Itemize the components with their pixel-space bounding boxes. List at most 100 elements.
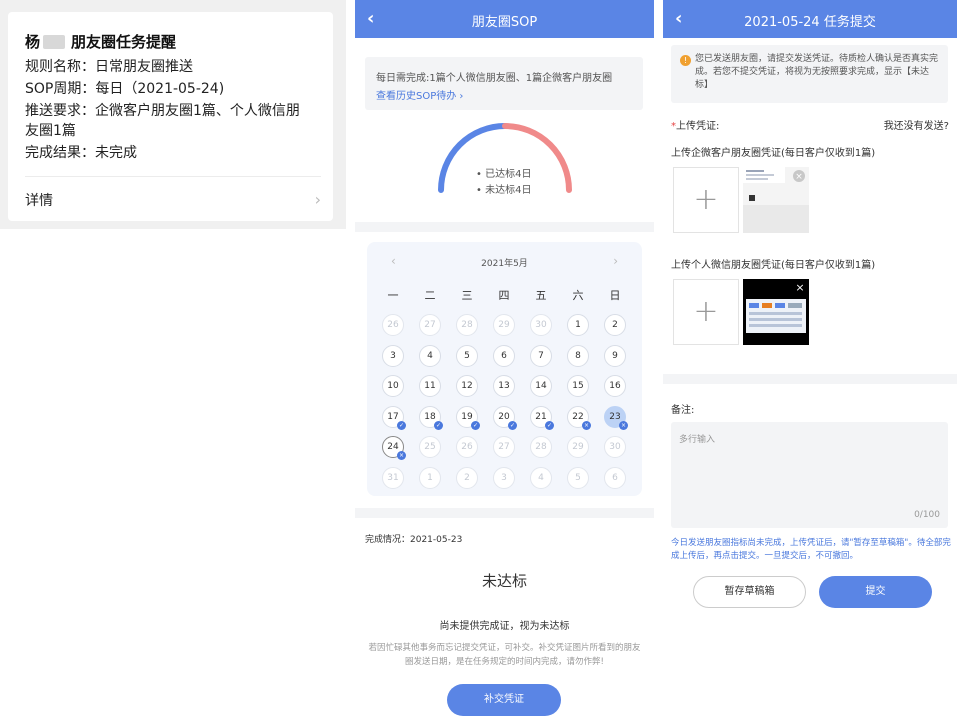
calendar-day[interactable]: 2 [456,466,478,489]
section-divider [355,222,654,232]
calendar-day[interactable]: 1 [419,466,441,489]
submit-header: ‹ 2021-05-24 任务提交 [663,0,957,38]
calendar-day[interactable]: 28 [456,314,478,336]
calendar-day[interactable]: 2 [604,314,626,336]
plus-icon: + [693,294,719,329]
calendar-day[interactable]: 19 ✓ [456,405,480,430]
calendar-day[interactable]: 24 × [382,436,406,460]
daily-requirement-box: 每日需完成:1篇个人微信朋友圈、1篇企微客户朋友圈 查看历史SOP待办 › [365,57,643,110]
calendar-day[interactable]: 26 [456,436,478,458]
calendar-day[interactable]: 7 [530,344,552,367]
wecom-upload-button[interactable]: + [673,167,739,233]
submit-button[interactable]: 提交 [819,576,932,608]
rule-name-line: 规则名称：日常朋友圈推送 [25,59,193,75]
sop-panel: ‹ 朋友圈SOP 每日需完成:1篇个人微信朋友圈、1篇企微客户朋友圈 查看历史S… [355,0,654,724]
char-counter: 0/100 [914,510,940,520]
calendar-day[interactable]: 13 [493,375,515,397]
calendar-day[interactable]: 22 × [567,405,591,430]
calendar-day[interactable]: 14 [530,375,552,397]
check-mark-icon: ✓ [397,420,406,430]
next-month-icon[interactable]: › [613,254,618,268]
weekday-header: 四 [498,289,510,302]
calendar-day[interactable]: 28 [530,436,552,458]
calendar-day[interactable]: 16 [604,375,626,397]
plus-icon: + [693,182,719,217]
calendar-day[interactable]: 6 [493,344,515,367]
calendar-day[interactable]: 30 [530,314,552,336]
remark-placeholder: 多行输入 [679,435,716,445]
makeup-proof-button[interactable]: 补交凭证 [447,684,561,716]
status-explanation: 尚未提供完成证，视为未达标 [439,621,570,632]
check-mark-icon: ✓ [471,420,480,430]
calendar-day[interactable]: 29 [493,314,515,336]
section-divider [355,508,654,518]
calendar-day[interactable]: 26 [382,314,404,336]
weekday-header: 日 [609,289,621,302]
calendar-day[interactable]: 25 [419,436,441,458]
detail-link[interactable]: 详情 [25,190,53,210]
section-divider [663,374,957,384]
weekday-header: 二 [424,289,436,302]
calendar-day[interactable]: 6 [604,466,626,489]
daily-requirement-text: 每日需完成:1篇个人微信朋友圈、1篇企微客户朋友圈 [376,73,613,84]
submit-header-title: 2021-05-24 任务提交 [744,15,876,30]
calendar-day[interactable]: 9 [604,344,626,367]
cross-mark-icon: × [619,420,628,430]
remark-label: 备注: [671,405,695,416]
warning-box: ! 您已发送朋友圈，请提交发送凭证。待质检人确认是否真实完成。若您不提交凭证，将… [671,45,948,103]
weekday-header: 五 [535,289,547,302]
calendar-day[interactable]: 27 [493,436,515,458]
calendar-day[interactable]: 20 ✓ [493,405,517,430]
calendar-day[interactable]: 5 [567,466,589,489]
remove-icon: × [795,172,803,182]
divider [25,176,321,177]
push-requirement-line: 推送要求：企微客户朋友圈1篇、个人微信朋 [25,103,300,119]
wechat-proof-thumbnail[interactable]: × [743,279,809,345]
remark-textarea[interactable]: 多行输入 0/100 [671,422,948,528]
calendar-day[interactable]: 4 [419,344,441,367]
not-sent-link[interactable]: 我还没有发送? [884,117,949,132]
wechat-upload-button[interactable]: + [673,279,739,345]
sop-period-line: SOP周期：每日（2021-05-24) [25,81,225,97]
draft-notice: 今日发送朋友圈指标尚未完成，上传凭证后，请"暂存至草稿箱"。待全部完成上传后，再… [671,538,951,561]
calendar-day[interactable]: 18 ✓ [419,405,443,430]
status-text: 未达标 [481,572,527,590]
calendar-day[interactable]: 4 [530,466,552,489]
save-draft-button[interactable]: 暂存草稿箱 [693,576,806,608]
task-submit-panel: ‹ 2021-05-24 任务提交 ! 您已发送朋友圈，请提交发送凭证。待质检人… [663,0,957,724]
wecom-proof-thumbnail[interactable]: × [743,167,809,233]
calendar-day[interactable]: 15 [567,375,589,397]
calendar: ‹ 2021年5月 › 一二三四五六日 26 27 28 29 30 1 2 3 4 5 6 7 8 9 10… [367,242,642,496]
calendar-day[interactable]: 3 [382,344,404,367]
reminder-card[interactable]: 杨 朋友圈任务提醒 规则名称：日常朋友圈推送 SOP周期：每日（2021-05-… [8,12,333,221]
calendar-day[interactable]: 29 [567,436,589,458]
chevron-right-icon[interactable]: › [315,190,321,209]
sender-name: 杨 [25,33,41,51]
achieved-legend: • 已达标4日 [476,169,532,180]
calendar-day[interactable]: 23 × [604,405,628,430]
calendar-day[interactable]: 12 [456,375,478,397]
calendar-day[interactable]: 10 [382,375,404,397]
calendar-day[interactable]: 27 [419,314,441,336]
calendar-day[interactable]: 11 [419,375,441,397]
calendar-month-label: 2021年5月 [481,259,528,269]
completion-date-label: 完成情况：2021-05-23 [365,535,463,545]
calendar-day[interactable]: 8 [567,344,589,367]
push-requirement-line-2: 友圈1篇 [25,123,76,139]
sop-header-title: 朋友圈SOP [471,15,538,30]
calendar-day[interactable]: 31 [382,466,404,489]
check-mark-icon: ✓ [434,420,443,430]
weekday-header: 六 [572,289,584,302]
calendar-day[interactable]: 3 [493,466,515,489]
weekday-header: 一 [387,289,399,302]
calendar-day[interactable]: 5 [456,344,478,367]
calendar-day[interactable]: 21 ✓ [530,405,554,430]
calendar-day[interactable]: 30 [604,436,626,458]
calendar-day[interactable]: 17 ✓ [382,405,406,430]
remove-icon: × [795,281,804,294]
history-sop-link[interactable]: 查看历史SOP待办 › [376,87,463,102]
calendar-day[interactable]: 1 [567,314,589,336]
upload-label: *上传凭证: [671,121,720,132]
wechat-upload-label: 上传个人微信朋友圈凭证(每日客户仅收到1篇) [671,260,876,271]
weekday-header: 三 [461,289,473,302]
